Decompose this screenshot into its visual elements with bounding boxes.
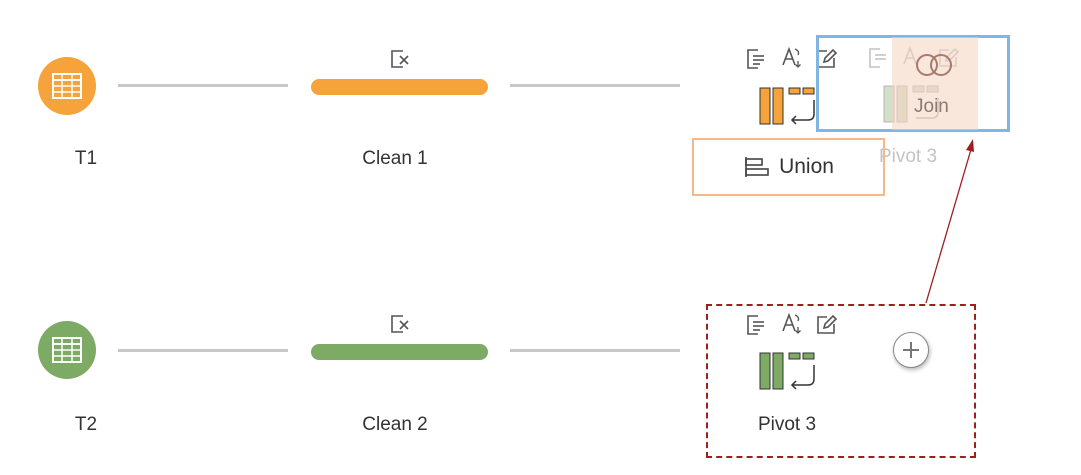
- join-label: Join: [914, 96, 949, 117]
- connector-line: [118, 84, 288, 87]
- union-icon: [745, 157, 769, 177]
- pivot-icon[interactable]: [758, 84, 818, 126]
- clean-step-icon: [391, 315, 409, 333]
- clean-label-1: Clean 1: [362, 148, 428, 169]
- rename-field-icon[interactable]: [779, 45, 803, 69]
- clean-step-icon: [391, 50, 409, 68]
- connector-line: [118, 349, 288, 352]
- input-node-t1[interactable]: [38, 57, 96, 115]
- filter-icon[interactable]: [744, 313, 768, 337]
- input-label-t1: T1: [74, 148, 98, 169]
- join-icon: [916, 54, 952, 76]
- edit-icon[interactable]: [814, 313, 838, 337]
- rename-field-icon[interactable]: [779, 311, 803, 335]
- pivot-label-2: Pivot 3: [757, 414, 817, 435]
- add-step-button[interactable]: [893, 332, 929, 368]
- input-label-t2: T2: [74, 414, 98, 435]
- input-node-t2[interactable]: [38, 321, 96, 379]
- table-icon: [52, 73, 82, 99]
- add-step-icon: [903, 342, 919, 358]
- clean-label-2: Clean 2: [362, 414, 428, 435]
- connector-line: [510, 349, 680, 352]
- clean-step-clean-2[interactable]: [311, 344, 488, 360]
- filter-icon[interactable]: [744, 47, 768, 71]
- table-icon: [52, 337, 82, 363]
- union-label: Union: [779, 155, 834, 178]
- connector-line: [510, 84, 680, 87]
- union-drop-target[interactable]: Union: [692, 138, 885, 196]
- pivot-icon[interactable]: [758, 349, 818, 391]
- clean-step-clean-1[interactable]: [311, 79, 488, 95]
